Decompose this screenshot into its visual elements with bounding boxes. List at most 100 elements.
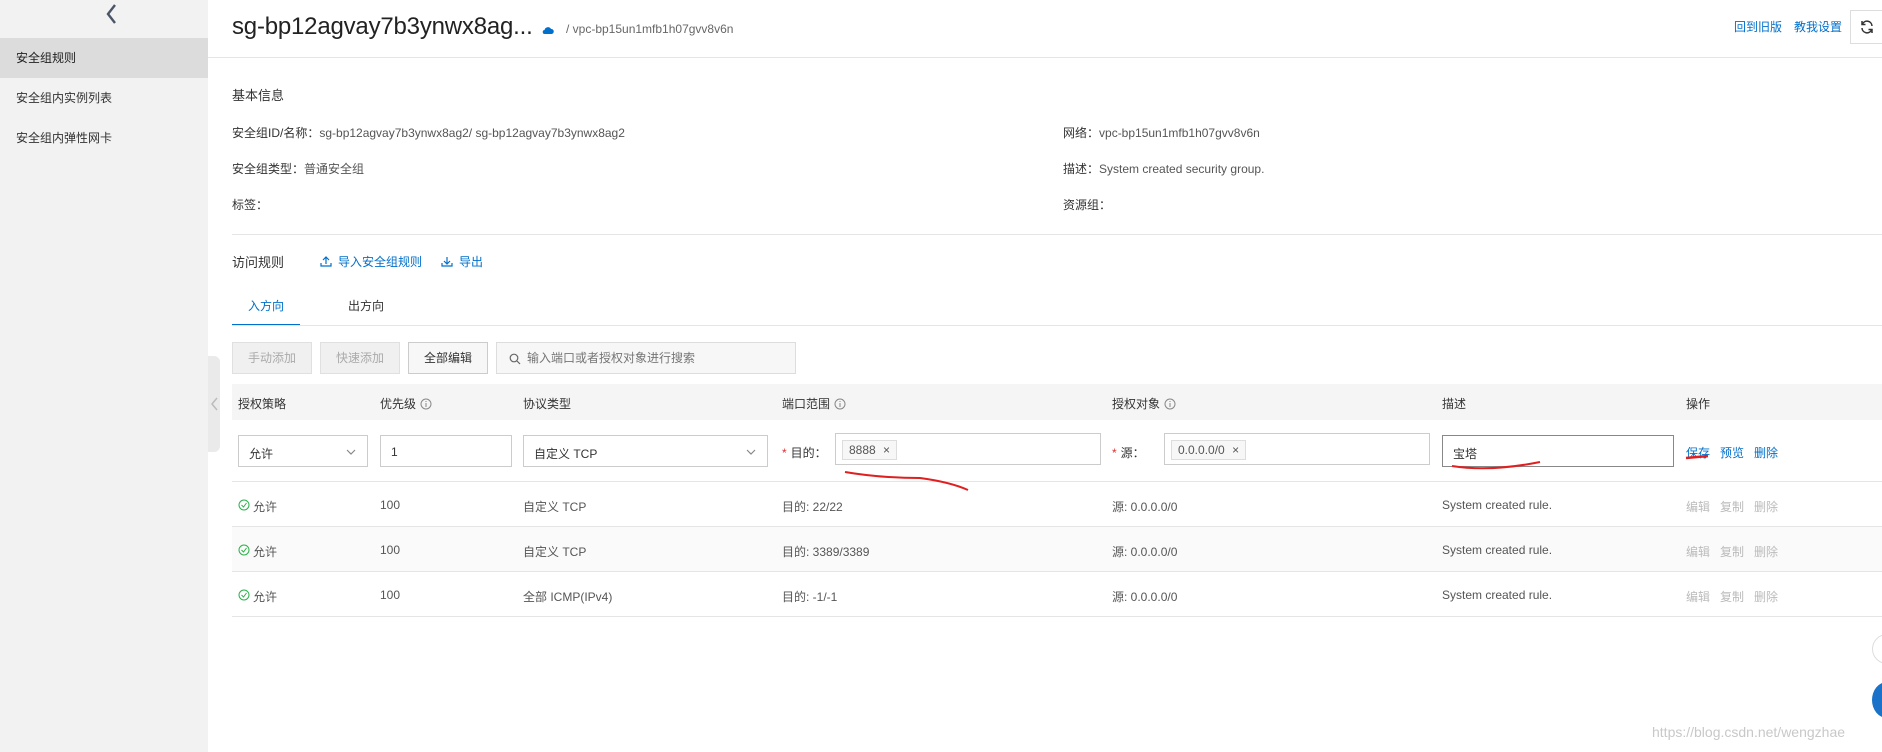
policy-select[interactable]: 允许	[238, 435, 368, 467]
info-rg-label: 资源组：	[1063, 198, 1112, 212]
table-header: 授权策略 优先级 协议类型 端口范围 授权对象 描述 操作	[232, 384, 1882, 420]
breadcrumb[interactable]: / vpc-bp15un1mfb1h07gvv8v6n	[566, 22, 733, 36]
th-source-label: 授权对象	[1112, 397, 1161, 411]
sidebar-item-rules[interactable]: 安全组规则	[0, 38, 208, 78]
source-input[interactable]: 0.0.0.0/0 ×	[1164, 433, 1430, 465]
info-id: 安全组ID/名称：sg-bp12agvay7b3ynwx8ag2/ sg-bp1…	[232, 124, 625, 141]
cloud-icon	[542, 24, 554, 38]
info-type: 安全组类型：普通安全组	[232, 160, 364, 177]
table-row: 允许 100 自定义 TCP 目的: 22/22 源: 0.0.0.0/0 Sy…	[232, 482, 1882, 527]
th-protocol: 协议类型	[523, 397, 572, 411]
info-network: 网络：vpc-bp15un1mfb1h07gvv8v6n	[1063, 124, 1260, 141]
check-circle-icon	[238, 589, 250, 601]
info-resource-group: 资源组：	[1063, 196, 1111, 213]
import-rules-label: 导入安全组规则	[338, 255, 423, 269]
close-icon[interactable]: ×	[883, 443, 890, 457]
tabs-divider	[232, 325, 1882, 326]
watermark: https://blog.csdn.net/wengzhae	[1652, 724, 1846, 740]
info-id-label: 安全组ID/名称：	[232, 126, 320, 140]
page-header: sg-bp12agvay7b3ynwx8ag... / vpc-bp15un1m…	[208, 0, 1882, 58]
info-icon[interactable]	[834, 398, 846, 410]
upload-icon	[320, 256, 332, 267]
dest-port-tag-value: 8888	[849, 443, 876, 457]
info-description: 描述：System created security group.	[1063, 160, 1264, 177]
row-delete-button[interactable]: 删除	[1754, 498, 1778, 515]
th-port: 端口范围	[782, 395, 846, 412]
search-input[interactable]	[527, 349, 787, 367]
import-rules-link[interactable]: 导入安全组规则	[320, 253, 422, 270]
manual-add-button[interactable]: 手动添加	[232, 342, 312, 374]
row-source: 源: 0.0.0.0/0	[1112, 500, 1178, 514]
source-tag: 0.0.0.0/0 ×	[1171, 440, 1247, 460]
row-protocol: 自定义 TCP	[523, 500, 587, 514]
back-chevron-icon[interactable]	[100, 2, 124, 26]
close-icon[interactable]: ×	[1232, 443, 1239, 457]
floating-help-button[interactable]	[1872, 634, 1882, 664]
row-copy-button[interactable]: 复制	[1720, 498, 1744, 515]
info-id-value: sg-bp12agvay7b3ynwx8ag2/ sg-bp12agvay7b3…	[319, 126, 625, 140]
description-input[interactable]: 宝塔	[1442, 435, 1674, 467]
chevron-down-icon	[746, 449, 756, 455]
search-box[interactable]	[496, 342, 796, 374]
tab-outbound[interactable]: 出方向	[332, 290, 400, 326]
page-title: sg-bp12agvay7b3ynwx8ag...	[232, 13, 533, 40]
info-desc-label: 描述：	[1063, 162, 1100, 176]
export-link[interactable]: 导出	[441, 253, 483, 270]
edit-all-button[interactable]: 全部编辑	[408, 342, 488, 374]
row-delete-button[interactable]: 删除	[1754, 588, 1778, 605]
info-icon[interactable]	[420, 398, 432, 410]
row-copy-button[interactable]: 复制	[1720, 543, 1744, 560]
check-circle-icon	[238, 499, 250, 511]
info-icon[interactable]	[1164, 398, 1176, 410]
floating-chat-button[interactable]	[1872, 682, 1882, 718]
th-source: 授权对象	[1112, 395, 1176, 412]
preview-button[interactable]: 预览	[1720, 444, 1744, 461]
info-type-value: 普通安全组	[304, 162, 365, 176]
row-policy: 允许	[253, 590, 278, 604]
row-edit-button[interactable]: 编辑	[1686, 543, 1710, 560]
quick-add-button[interactable]: 快速添加	[320, 342, 400, 374]
th-priority: 优先级	[380, 395, 432, 412]
row-description: System created rule.	[1442, 543, 1553, 557]
tutorial-link[interactable]: 教我设置	[1794, 18, 1842, 35]
description-input-value: 宝塔	[1453, 447, 1478, 461]
row-delete-button[interactable]: 删除	[1754, 543, 1778, 560]
th-actions: 操作	[1686, 397, 1711, 411]
sidebar-item-instances[interactable]: 安全组内实例列表	[0, 78, 208, 118]
row-edit-button[interactable]: 编辑	[1686, 588, 1710, 605]
table-row: 允许 100 全部 ICMP(IPv4) 目的: -1/-1 源: 0.0.0.…	[232, 572, 1882, 617]
info-desc-value: System created security group.	[1099, 162, 1265, 176]
save-button[interactable]: 保存	[1686, 444, 1710, 461]
table-row: 允许 100 自定义 TCP 目的: 3389/3389 源: 0.0.0.0/…	[232, 527, 1882, 572]
dest-label: * 目的：	[782, 446, 827, 460]
back-to-old-version-link[interactable]: 回到旧版	[1734, 18, 1782, 35]
row-source: 源: 0.0.0.0/0	[1112, 590, 1178, 604]
dest-port-input[interactable]: 8888 ×	[835, 433, 1101, 465]
row-port: 目的: -1/-1	[782, 590, 838, 604]
dest-label-text: 目的：	[790, 446, 827, 460]
download-icon	[441, 257, 453, 267]
th-description: 描述	[1442, 397, 1467, 411]
sidebar-item-eni[interactable]: 安全组内弹性网卡	[0, 118, 208, 158]
row-protocol: 全部 ICMP(IPv4)	[523, 590, 613, 604]
sidebar-collapse-handle[interactable]	[208, 356, 220, 452]
info-network-label: 网络：	[1063, 126, 1100, 140]
tab-inbound[interactable]: 入方向	[232, 290, 300, 326]
th-policy: 授权策略	[238, 397, 287, 411]
basic-info-title: 基本信息	[232, 88, 285, 103]
delete-button[interactable]: 删除	[1754, 444, 1778, 461]
row-source: 源: 0.0.0.0/0	[1112, 545, 1178, 559]
row-priority: 100	[380, 543, 401, 557]
refresh-button[interactable]	[1850, 10, 1882, 44]
row-protocol: 自定义 TCP	[523, 545, 587, 559]
row-copy-button[interactable]: 复制	[1720, 588, 1744, 605]
protocol-select[interactable]: 自定义 TCP	[523, 435, 768, 467]
row-priority: 100	[380, 588, 401, 602]
row-edit-button[interactable]: 编辑	[1686, 498, 1710, 515]
priority-input[interactable]: 1	[380, 435, 512, 467]
annotation-marks	[844, 454, 1709, 491]
check-circle-icon	[238, 544, 250, 556]
row-description: System created rule.	[1442, 498, 1553, 512]
source-label: * 源：	[1112, 446, 1145, 460]
export-label: 导出	[459, 255, 484, 269]
